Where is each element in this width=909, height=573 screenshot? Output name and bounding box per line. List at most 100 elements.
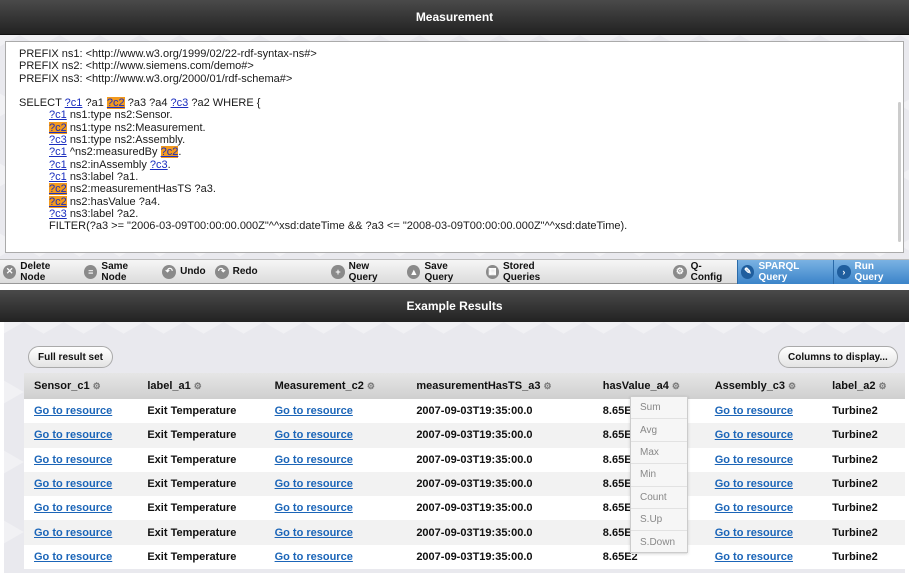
run-query-button[interactable]: › Run Query — [833, 259, 909, 284]
resource-link[interactable]: Go to resource — [715, 429, 793, 441]
resource-link[interactable]: Go to resource — [275, 405, 353, 417]
table-cell: Turbine2 — [822, 520, 905, 545]
resource-link[interactable]: Go to resource — [715, 405, 793, 417]
resource-link[interactable]: Go to resource — [34, 478, 112, 490]
same-node-button[interactable]: ≡ Same Node — [81, 261, 159, 283]
table-cell[interactable]: Go to resource — [704, 471, 823, 497]
resource-link[interactable]: Go to resource — [715, 454, 793, 466]
var-c3[interactable]: ?c3 — [171, 97, 189, 109]
table-cell[interactable]: Go to resource — [264, 496, 407, 521]
full-result-set-button[interactable]: Full result set — [28, 346, 114, 368]
var-c1[interactable]: ?c1 — [49, 159, 67, 171]
resource-link[interactable]: Go to resource — [715, 527, 793, 539]
table-cell[interactable]: Go to resource — [704, 496, 823, 521]
resource-link[interactable]: Go to resource — [34, 551, 112, 563]
table-cell: 2007-09-03T19:35:00.0 — [406, 423, 593, 448]
var-c2[interactable]: ?c2 — [160, 146, 179, 159]
aggregate-menu-item[interactable]: Avg — [631, 419, 687, 442]
resource-link[interactable]: Go to resource — [715, 551, 793, 563]
aggregate-menu-item[interactable]: Min — [631, 464, 687, 487]
resource-link[interactable]: Go to resource — [34, 527, 112, 539]
table-cell[interactable]: Go to resource — [704, 447, 823, 472]
table-row: Go to resource Exit Temperature Go to reso… — [24, 520, 905, 545]
table-cell[interactable]: Go to resource — [24, 544, 138, 570]
table-cell: 2007-09-03T19:35:00.0 — [406, 399, 593, 424]
columns-to-display-button[interactable]: Columns to display... — [778, 346, 898, 368]
table-cell[interactable]: Go to resource — [704, 544, 823, 570]
table-cell[interactable]: Go to resource — [24, 399, 138, 424]
var-c2[interactable]: ?c2 — [106, 97, 125, 110]
var-c3[interactable]: ?c3 — [150, 159, 168, 171]
table-cell[interactable]: Go to resource — [264, 423, 407, 448]
resource-link[interactable]: Go to resource — [275, 551, 353, 563]
table-cell[interactable]: Go to resource — [24, 447, 138, 472]
resource-link[interactable]: Go to resource — [34, 405, 112, 417]
var-c2[interactable]: ?c2 — [49, 183, 67, 196]
resource-link[interactable]: Go to resource — [34, 502, 112, 514]
cell-value: Turbine2 — [832, 429, 878, 442]
redo-icon: ↷ — [214, 264, 229, 279]
new-query-button[interactable]: + New Query — [328, 261, 404, 283]
column-header[interactable]: label_a2 ⚙ — [822, 373, 905, 399]
resource-link[interactable]: Go to resource — [275, 454, 353, 466]
table-row: Go to resource Exit Temperature Go to reso… — [24, 423, 905, 448]
grid-icon: ▦ — [485, 264, 499, 279]
aggregate-menu-item[interactable]: Max — [631, 442, 687, 465]
editor-scrollbar[interactable] — [898, 102, 901, 242]
sort-icon: ⚙ — [543, 381, 552, 391]
triple-text: ns2:inAssembly — [69, 158, 147, 171]
aggregate-menu-item[interactable]: S.Up — [631, 509, 687, 532]
redo-label: Redo — [232, 266, 258, 277]
resource-link[interactable]: Go to resource — [34, 454, 112, 466]
resource-link[interactable]: Go to resource — [275, 478, 353, 490]
var-c1[interactable]: ?c1 — [49, 171, 67, 183]
cell-value: Exit Temperature — [147, 405, 237, 418]
table-cell[interactable]: Go to resource — [264, 447, 407, 472]
var-c1[interactable]: ?c1 — [65, 97, 83, 109]
column-header[interactable]: Sensor_c1 ⚙ — [24, 373, 138, 399]
table-cell[interactable]: Go to resource — [24, 520, 138, 545]
resource-link[interactable]: Go to resource — [715, 478, 793, 490]
table-cell[interactable]: Go to resource — [704, 423, 823, 448]
var-c2[interactable]: ?c2 — [49, 195, 67, 208]
column-header[interactable]: Assembly_c3 ⚙ — [704, 373, 823, 399]
table-cell[interactable]: Go to resource — [264, 544, 407, 570]
delete-node-button[interactable]: ✕ Delete Node — [0, 261, 81, 283]
table-cell[interactable]: Go to resource — [704, 399, 823, 424]
table-cell[interactable]: Go to resource — [264, 520, 407, 545]
column-header[interactable]: label_a1 ⚙ — [137, 373, 265, 399]
aggregate-menu-item[interactable]: S.Down — [631, 531, 687, 554]
resource-link[interactable]: Go to resource — [275, 502, 353, 514]
sparql-query-editor[interactable]: PREFIX ns1: <http://www.w3.org/1999/02/2… — [5, 41, 904, 253]
cell-value: 2007-09-03T19:35:00.0 — [416, 405, 533, 418]
column-header[interactable]: measurementHasTS_a3 ⚙ — [406, 373, 593, 399]
var-c3[interactable]: ?c3 — [49, 134, 67, 146]
redo-button[interactable]: ↷ Redo — [212, 261, 264, 282]
resource-link[interactable]: Go to resource — [275, 429, 353, 441]
table-cell[interactable]: Go to resource — [264, 399, 407, 424]
stored-queries-button[interactable]: ▦ Stored Queries — [483, 260, 577, 283]
filter-line: FILTER(?a3 >= "2006-03-09T00:00:00.000Z"… — [49, 220, 628, 233]
column-header[interactable]: Measurement_c2 ⚙ — [264, 373, 407, 399]
table-cell[interactable]: Go to resource — [24, 471, 138, 497]
table-cell[interactable]: Go to resource — [264, 471, 407, 497]
var-c1[interactable]: ?c1 — [49, 146, 67, 158]
table-cell[interactable]: Go to resource — [24, 496, 138, 521]
table-cell[interactable]: Go to resource — [24, 423, 138, 448]
sparql-query-label: SPARQL Query — [758, 260, 800, 283]
undo-button[interactable]: ↶ Undo — [159, 261, 212, 282]
var-c2[interactable]: ?c2 — [49, 121, 67, 134]
stored-queries-label: Stored Queries — [503, 260, 541, 283]
var-c3[interactable]: ?c3 — [49, 208, 67, 220]
resource-link[interactable]: Go to resource — [34, 429, 112, 441]
resource-link[interactable]: Go to resource — [715, 502, 793, 514]
resource-link[interactable]: Go to resource — [275, 527, 353, 539]
q-config-button[interactable]: ⚙ Q-Config — [670, 261, 737, 283]
aggregate-menu-item[interactable]: Sum — [631, 397, 687, 420]
table-cell[interactable]: Go to resource — [704, 520, 823, 545]
aggregate-menu-item[interactable]: Count — [631, 487, 687, 509]
var-c1[interactable]: ?c1 — [49, 109, 67, 121]
save-query-button[interactable]: ▲ Save Query — [404, 261, 483, 283]
sparql-query-tab[interactable]: ✎ SPARQL Query — [737, 259, 834, 284]
table-cell: Exit Temperature — [137, 471, 265, 497]
